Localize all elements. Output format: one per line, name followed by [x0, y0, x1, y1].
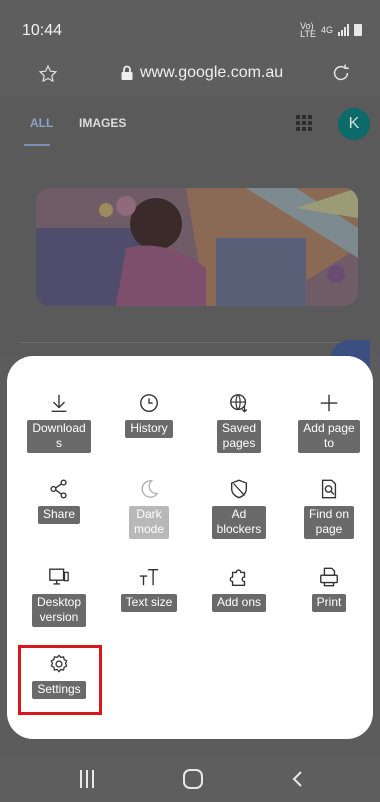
- menu-item-add-page-to[interactable]: Add page to: [285, 392, 373, 453]
- menu-item-dark-mode[interactable]: Dark mode: [105, 478, 193, 539]
- tab-all[interactable]: ALL: [30, 116, 53, 130]
- lock-icon: [121, 65, 133, 80]
- menu-item-ad-blockers[interactable]: Ad blockers: [195, 478, 283, 539]
- menu-item-history[interactable]: History: [105, 392, 193, 438]
- url-bar: www.google.com.au: [0, 52, 380, 96]
- apps-grid-icon[interactable]: [296, 115, 312, 131]
- menu-item-add-ons[interactable]: Add ons: [195, 566, 283, 612]
- recents-icon[interactable]: [80, 770, 96, 788]
- url-field[interactable]: www.google.com.au: [120, 64, 283, 82]
- settings-highlight-box: [18, 645, 102, 715]
- reload-icon[interactable]: [330, 62, 352, 84]
- browser-menu-sheet: Download s History Saved pages Add page …: [7, 356, 373, 739]
- status-time: 10:44: [22, 22, 63, 39]
- network-label: 4G: [320, 25, 333, 35]
- menu-item-label: Ad blockers: [211, 506, 267, 539]
- tab-all-underline: [24, 144, 50, 146]
- tab-images[interactable]: IMAGES: [79, 116, 126, 130]
- signal-icon: [338, 24, 349, 36]
- system-nav-bar: [0, 756, 380, 802]
- menu-item-label: Dark mode: [128, 506, 170, 539]
- add-ons-puzzle-icon: [229, 569, 246, 586]
- menu-item-share[interactable]: Share: [15, 478, 103, 524]
- menu-item-desktop-version[interactable]: Desktop version: [15, 566, 103, 627]
- shield-icon: [230, 479, 248, 499]
- home-icon[interactable]: [183, 769, 203, 789]
- text-size-icon: [139, 568, 159, 586]
- menu-item-label: Find on page: [303, 506, 355, 539]
- download-icon: [51, 394, 67, 412]
- menu-item-label: Text size: [120, 594, 178, 612]
- menu-item-print[interactable]: Print: [285, 566, 373, 612]
- menu-item-label: Add ons: [211, 594, 267, 612]
- history-clock-icon: [140, 394, 158, 412]
- status-bar: 10:44 Vo) LTE 4G: [0, 0, 380, 52]
- url-text: www.google.com.au: [140, 64, 284, 81]
- menu-item-label: Saved pages: [216, 420, 262, 453]
- search-strip: [20, 342, 360, 356]
- menu-item-label: History: [125, 420, 173, 438]
- menu-item-saved-pages[interactable]: Saved pages: [195, 392, 283, 453]
- saved-pages-globe-icon: [230, 394, 248, 413]
- star-icon[interactable]: [38, 64, 58, 84]
- menu-item-downloads[interactable]: Download s: [15, 392, 103, 453]
- desktop-icon: [49, 568, 69, 585]
- moon-icon: [141, 480, 159, 498]
- share-icon: [50, 479, 67, 499]
- menu-item-find-on-page[interactable]: Find on page: [285, 478, 373, 539]
- page-background: ALL IMAGES K: [0, 96, 380, 370]
- google-doodle-image[interactable]: [36, 188, 358, 306]
- status-icons: Vo) LTE 4G: [300, 21, 362, 39]
- battery-icon: [354, 24, 362, 36]
- menu-item-label: Download s: [27, 420, 91, 453]
- menu-item-text-size[interactable]: Text size: [105, 566, 193, 612]
- avatar[interactable]: K: [338, 108, 370, 140]
- menu-item-label: Add page to: [298, 420, 360, 453]
- find-on-page-icon: [321, 479, 337, 499]
- plus-icon: [320, 394, 338, 412]
- back-icon[interactable]: [290, 770, 306, 788]
- print-icon: [320, 567, 338, 587]
- doodle-art: [36, 188, 358, 306]
- menu-item-label: Print: [311, 594, 347, 612]
- menu-item-label: Desktop version: [31, 594, 87, 627]
- menu-item-label: Share: [37, 506, 81, 524]
- volte-label: Vo) LTE: [300, 21, 316, 39]
